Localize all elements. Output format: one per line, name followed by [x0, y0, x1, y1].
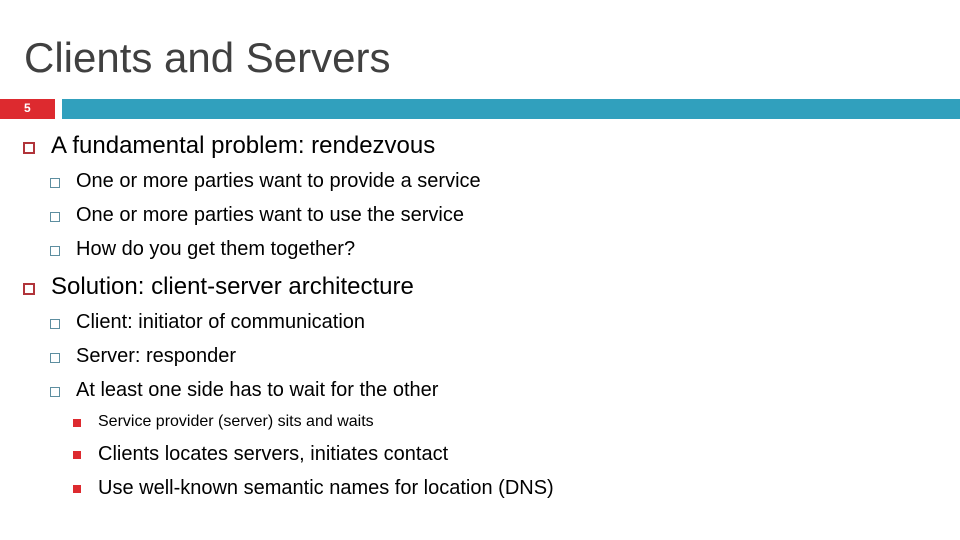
bullet-rendezvous: A fundamental problem: rendezvous — [51, 132, 436, 159]
sub-bullet-server: Server: responder — [76, 345, 237, 367]
square-bullet-icon — [23, 142, 35, 154]
square-bullet-icon — [50, 212, 60, 222]
sub-sub-bullet-dns: Use well-known semantic names for locati… — [98, 477, 554, 499]
sub-bullet-wait: At least one side has to wait for the ot… — [76, 379, 439, 401]
sub-bullet-provide-service: One or more parties want to provide a se… — [76, 170, 481, 192]
sub-bullet-get-together: How do you get them together? — [76, 238, 356, 260]
slide-title: Clients and Servers — [24, 34, 391, 81]
sub-bullet-use-service: One or more parties want to use the serv… — [76, 204, 464, 226]
square-bullet-icon — [50, 387, 60, 397]
square-bullet-icon — [50, 319, 60, 329]
square-bullet-icon — [50, 178, 60, 188]
filled-square-bullet-icon — [73, 485, 81, 493]
sub-sub-bullet-clients-locate: Clients locates servers, initiates conta… — [98, 443, 449, 465]
square-bullet-icon — [50, 353, 60, 363]
filled-square-bullet-icon — [73, 419, 81, 427]
slide-number: 5 — [24, 101, 31, 115]
sub-bullet-client: Client: initiator of communication — [76, 311, 366, 333]
sub-sub-bullet-provider-waits: Service provider (server) sits and waits — [98, 413, 374, 430]
square-bullet-icon — [50, 246, 60, 256]
filled-square-bullet-icon — [73, 451, 81, 459]
bullet-solution: Solution: client-server architecture — [51, 273, 414, 300]
square-bullet-icon — [23, 283, 35, 295]
slide-number-bar: 5 — [0, 99, 55, 119]
accent-bar — [62, 99, 960, 119]
